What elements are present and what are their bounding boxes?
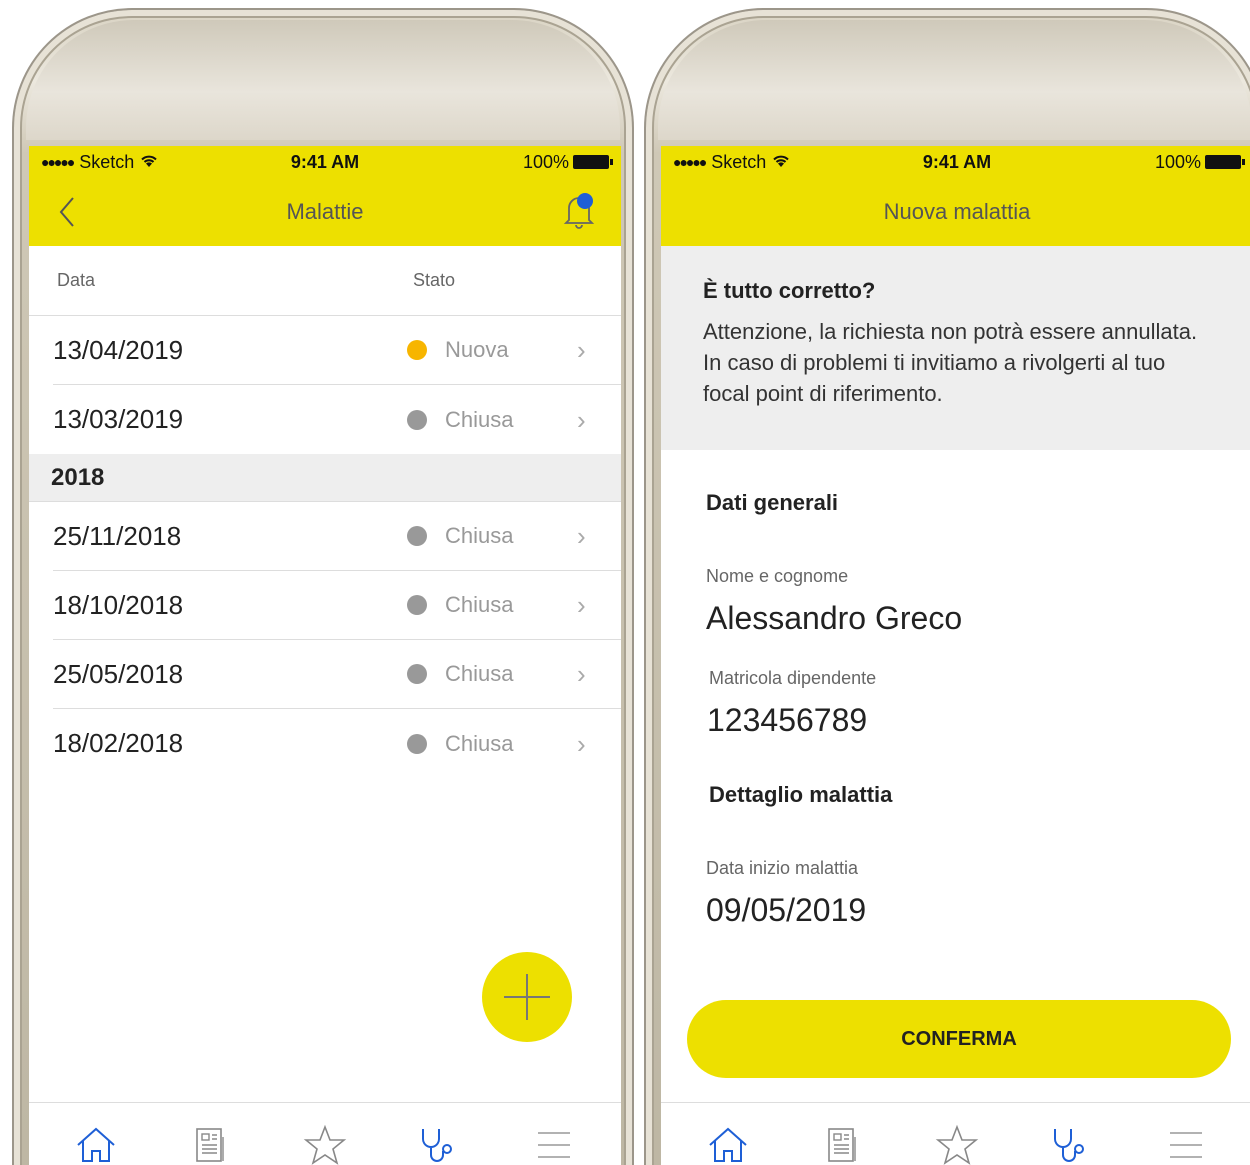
status-dot-closed <box>407 409 427 430</box>
row-date: 13/03/2019 <box>53 404 184 434</box>
chevron-right-icon: › <box>577 335 586 365</box>
notification-badge <box>577 193 593 209</box>
wifi-icon <box>140 152 158 173</box>
chevron-right-icon: › <box>577 590 586 620</box>
signal-icon: ●●●●● <box>41 154 75 170</box>
tab-home[interactable] <box>698 1115 758 1165</box>
chevron-right-icon: › <box>577 521 586 551</box>
status-dot-closed <box>407 664 427 684</box>
start-date-label: Data inizio malattia <box>706 858 859 878</box>
chevron-left-icon <box>59 197 74 227</box>
tab-malattie[interactable] <box>409 1115 469 1165</box>
chevron-right-icon: › <box>577 728 586 759</box>
star-icon <box>303 1124 347 1165</box>
signal-icon: ●●●●● <box>673 154 707 170</box>
status-time: 9:41 AM <box>290 151 360 172</box>
section-header-year: 2018 <box>29 454 621 502</box>
status-bar: ●●●●● Sketch 9:41 AM 100% <box>661 146 1250 178</box>
row-status: Nuova <box>445 337 509 362</box>
tab-menu[interactable] <box>524 1115 584 1165</box>
tab-bar <box>29 1102 621 1165</box>
confirm-button[interactable]: CONFERMA <box>687 1000 1231 1078</box>
tab-favorites[interactable] <box>927 1115 987 1165</box>
row-status: Chiusa <box>445 406 514 432</box>
name-value: Alessandro Greco <box>706 600 963 636</box>
carrier: Sketch <box>79 151 135 172</box>
add-button[interactable] <box>482 952 572 1042</box>
table-row[interactable]: 13/03/2019 Chiusa › <box>53 385 621 454</box>
employee-id-label: Matricola dipendente <box>709 668 877 688</box>
chevron-right-icon: › <box>577 659 586 689</box>
status-dot-new <box>407 340 427 360</box>
table-row[interactable]: 18/10/2018 Chiusa › <box>53 571 621 640</box>
employee-id-value: 123456789 <box>707 702 868 738</box>
screen-nuova-malattia: ●●●●● Sketch 9:41 AM 100% Nuova malattia… <box>661 146 1250 1165</box>
status-time: 9:41 AM <box>922 151 992 172</box>
tab-bar <box>661 1102 1250 1165</box>
tab-home[interactable] <box>66 1115 126 1165</box>
screen-malattie-list: ●●●●● Sketch 9:41 AM 100% Malattie Data <box>29 146 621 1165</box>
section-title-detail: Dettaglio malattia <box>709 782 893 807</box>
menu-icon <box>1169 1131 1202 1158</box>
battery-percent: 100% <box>1154 151 1201 172</box>
tab-menu[interactable] <box>1156 1115 1216 1165</box>
row-date: 18/02/2018 <box>53 728 184 758</box>
stethoscope-icon <box>422 1128 453 1162</box>
stethoscope-icon <box>1054 1128 1085 1162</box>
star-icon <box>935 1124 979 1165</box>
status-dot-closed <box>407 733 427 754</box>
tab-malattie[interactable] <box>1041 1115 1101 1165</box>
carrier: Sketch <box>711 151 767 172</box>
row-date: 25/11/2018 <box>53 520 182 551</box>
row-date: 25/05/2018 <box>53 658 184 689</box>
home-icon <box>709 1127 747 1162</box>
status-dot-closed <box>407 595 427 615</box>
row-status: Chiusa <box>445 592 514 617</box>
status-dot-closed <box>407 526 427 546</box>
tab-news[interactable] <box>181 1115 241 1165</box>
wifi-icon <box>772 152 790 173</box>
row-date: 18/10/2018 <box>53 589 184 620</box>
warning-text: Attenzione, la richiesta non potrà esser… <box>703 319 1198 406</box>
page-title: Malattie <box>286 199 364 224</box>
notifications-button[interactable] <box>561 190 597 230</box>
news-icon <box>827 1127 856 1162</box>
status-bar: ●●●●● Sketch 9:41 AM 100% <box>29 146 621 178</box>
list-header: Data Stato <box>29 246 621 316</box>
phone-frame-right: ●●●●● Sketch 9:41 AM 100% Nuova malattia… <box>644 8 1250 1165</box>
back-button[interactable] <box>53 192 83 232</box>
table-row[interactable]: 25/05/2018 Chiusa › <box>53 640 621 709</box>
table-row[interactable]: 18/02/2018 Chiusa › <box>53 709 621 778</box>
row-status: Chiusa <box>445 523 514 548</box>
battery-icon <box>1204 155 1245 169</box>
table-row[interactable]: 25/11/2018 Chiusa › <box>53 502 621 571</box>
battery-percent: 100% <box>522 151 569 172</box>
warning-box: È tutto corretto? Attenzione, la richies… <box>661 246 1250 450</box>
tab-news[interactable] <box>813 1115 873 1165</box>
bell-icon <box>563 193 595 229</box>
home-icon <box>77 1127 115 1162</box>
row-date: 13/04/2019 <box>53 334 184 365</box>
column-header-status: Stato <box>413 270 456 290</box>
page-title: Nuova malattia <box>883 199 1031 224</box>
table-row[interactable]: 13/04/2019 Nuova › <box>53 316 621 385</box>
section-title-general: Dati generali <box>706 490 839 515</box>
row-status: Chiusa <box>445 661 514 686</box>
chevron-right-icon: › <box>577 404 586 435</box>
warning-title: È tutto corretto? <box>703 278 876 303</box>
menu-icon <box>537 1131 570 1158</box>
tab-favorites[interactable] <box>295 1115 355 1165</box>
nav-bar: Nuova malattia <box>661 178 1250 246</box>
name-label: Nome e cognome <box>706 566 849 586</box>
start-date-value: 09/05/2019 <box>706 892 867 928</box>
battery-icon <box>572 155 613 169</box>
nav-bar: Malattie <box>29 178 621 246</box>
phone-frame-left: ●●●●● Sketch 9:41 AM 100% Malattie Data <box>12 8 634 1165</box>
column-header-date: Data <box>57 270 96 290</box>
row-status: Chiusa <box>445 730 514 756</box>
news-icon <box>195 1127 224 1162</box>
